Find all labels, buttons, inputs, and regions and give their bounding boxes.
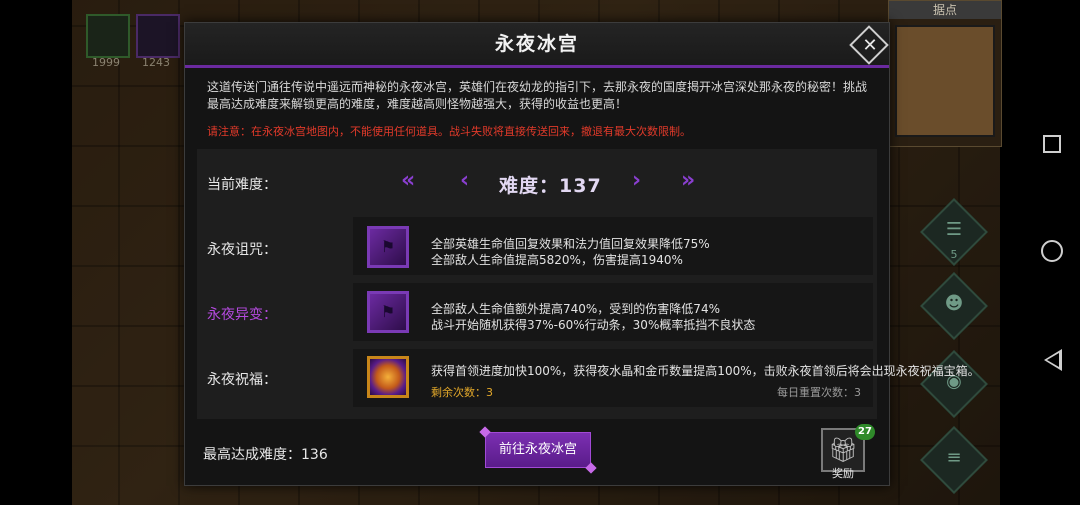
reward-label: 奖励 bbox=[832, 467, 854, 480]
dialog-title: 永夜冰宫 bbox=[494, 33, 579, 55]
last-difficulty-icon[interactable]: » bbox=[681, 168, 695, 193]
scroll-icon: ☰ bbox=[945, 219, 963, 240]
inventory-count: 1999 bbox=[92, 56, 120, 69]
curse-icon: ⚑ bbox=[367, 226, 409, 268]
inventory-count: 1243 bbox=[142, 56, 170, 69]
dialog-warning: 请注意：在永夜冰宫地图内，不能使用任何道具。战斗失败将直接传送回来，撤退有最大次… bbox=[207, 125, 691, 138]
current-difficulty-label: 当前难度： bbox=[207, 177, 277, 193]
dialog-description: 这道传送门通往传说中遥远而神秘的永夜冰宫，英雄们在夜幼龙的指引下，去那永夜的国度… bbox=[207, 80, 868, 111]
minimap-title: 据点 bbox=[889, 1, 1001, 19]
minimap-room bbox=[895, 25, 995, 137]
next-difficulty-icon[interactable]: › bbox=[632, 168, 641, 193]
quest-badge: 5 bbox=[950, 248, 958, 261]
mutation-line-1: 全部敌人生命值额外提高740%，受到的伤害降低74% bbox=[431, 302, 720, 316]
minimap[interactable]: 据点 bbox=[888, 0, 1002, 147]
left-letterbox bbox=[0, 0, 72, 505]
eternal-night-dialog: 永夜冰宫 ✕ 这道传送门通往传说中遥远而神秘的永夜冰宫，英雄们在夜幼龙的指引下，… bbox=[184, 22, 980, 486]
blessing-daily-reset: 每日重置次数：3 bbox=[777, 386, 861, 399]
list-icon: ≡ bbox=[946, 447, 962, 468]
curse-label: 永夜诅咒： bbox=[207, 242, 277, 258]
mutation-icon: ⚑ bbox=[367, 291, 409, 333]
back-button[interactable] bbox=[1044, 349, 1062, 371]
mutation-line-2: 战斗开始随机获得37%-60%行动条，30%概率抵挡不良状态 bbox=[431, 318, 756, 332]
blessing-swirl-icon bbox=[367, 356, 409, 398]
best-difficulty: 最高达成难度：136 bbox=[203, 447, 328, 463]
inventory-slot-green[interactable] bbox=[86, 14, 130, 58]
curse-line-1: 全部英雄生命值回复效果和法力值回复效果降低75% bbox=[431, 237, 710, 251]
close-icon[interactable]: ✕ bbox=[856, 32, 884, 60]
people-icon: ☻ bbox=[944, 293, 964, 314]
home-button[interactable] bbox=[1041, 240, 1063, 262]
difficulty-value: 难度：137 bbox=[499, 175, 602, 197]
recent-apps-button[interactable] bbox=[1043, 135, 1061, 153]
mutation-label: 永夜异变： bbox=[207, 307, 277, 323]
blessing-line-1: 获得首领进度加快100%，获得夜水晶和金币数量提高100%，击败永夜首领后将会出… bbox=[431, 364, 980, 378]
go-to-ice-palace-button[interactable]: 前往永夜冰宫 bbox=[485, 432, 591, 468]
reward-count-badge: 27 bbox=[855, 424, 875, 440]
inventory-slot-purple[interactable] bbox=[136, 14, 180, 58]
first-difficulty-icon[interactable]: « bbox=[401, 168, 415, 193]
blessing-remaining: 剩余次数：3 bbox=[431, 386, 493, 399]
curse-line-2: 全部敌人生命值提高5820%，伤害提高1940% bbox=[431, 253, 683, 267]
blessing-label: 永夜祝福： bbox=[207, 372, 277, 388]
prev-difficulty-icon[interactable]: ‹ bbox=[460, 168, 469, 193]
android-nav-bar bbox=[1000, 0, 1080, 505]
